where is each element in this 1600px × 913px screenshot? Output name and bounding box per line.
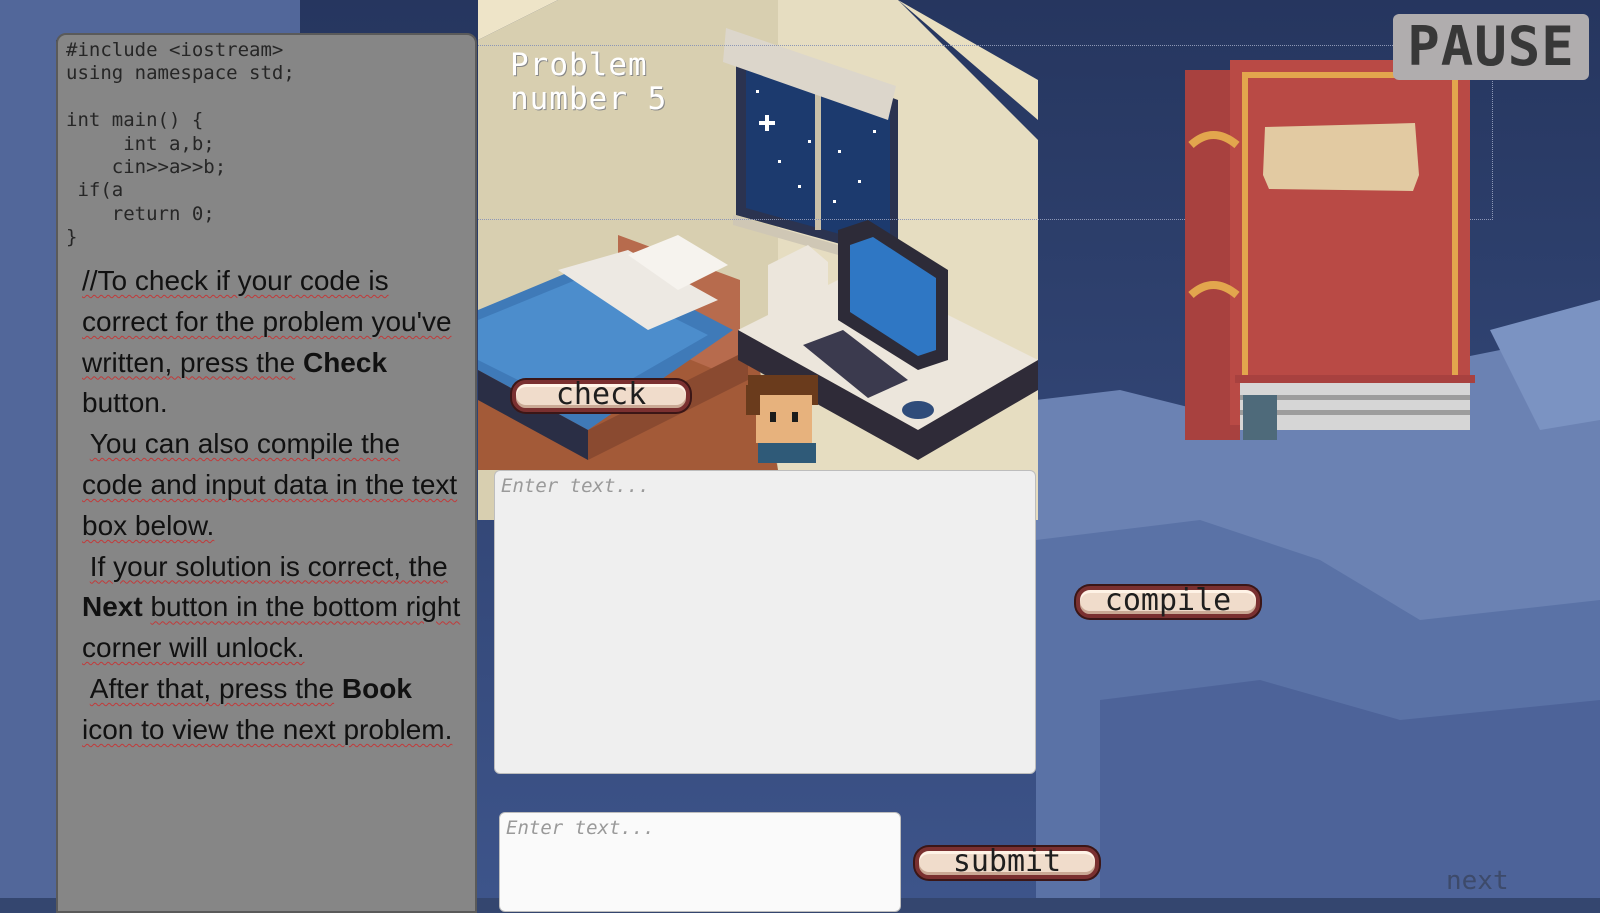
compile-button[interactable]: compile [1076, 586, 1260, 618]
code-line: if(a [66, 179, 124, 202]
problem-title-line2: number 5 [510, 81, 668, 117]
instruction-next: If your solution is correct, the Next bu… [82, 550, 461, 664]
next-button[interactable]: next [1446, 866, 1509, 896]
book-icon[interactable] [1185, 55, 1475, 440]
instructions-text: //To check if your code is correct for t… [82, 261, 462, 751]
code-panel: #include <iostream> using namespace std;… [56, 33, 477, 913]
check-button[interactable]: check [512, 380, 690, 412]
pause-button[interactable]: PAUSE [1393, 14, 1589, 80]
code-line: cin>>a>>b; [66, 156, 227, 179]
compile-input-field[interactable] [494, 470, 1036, 774]
instruction-check: //To check if your code is correct for t… [82, 265, 452, 419]
code-line: int a,b; [66, 132, 215, 155]
code-line: return 0; [66, 202, 215, 225]
code-line: } [66, 226, 78, 249]
code-line: int main() { [66, 109, 204, 132]
problem-title-line1: Problem [510, 47, 648, 83]
code-editor[interactable]: #include <iostream> using namespace std;… [58, 35, 475, 250]
instruction-book: After that, press the Book icon to view … [82, 672, 453, 745]
problem-title: Problem number 5 [510, 48, 667, 116]
code-line: #include <iostream> [66, 39, 284, 61]
instruction-compile: You can also compile the code and input … [82, 428, 458, 541]
submit-button[interactable]: submit [915, 847, 1099, 879]
answer-input-field[interactable] [499, 812, 901, 912]
code-line: using namespace std; [66, 62, 295, 85]
